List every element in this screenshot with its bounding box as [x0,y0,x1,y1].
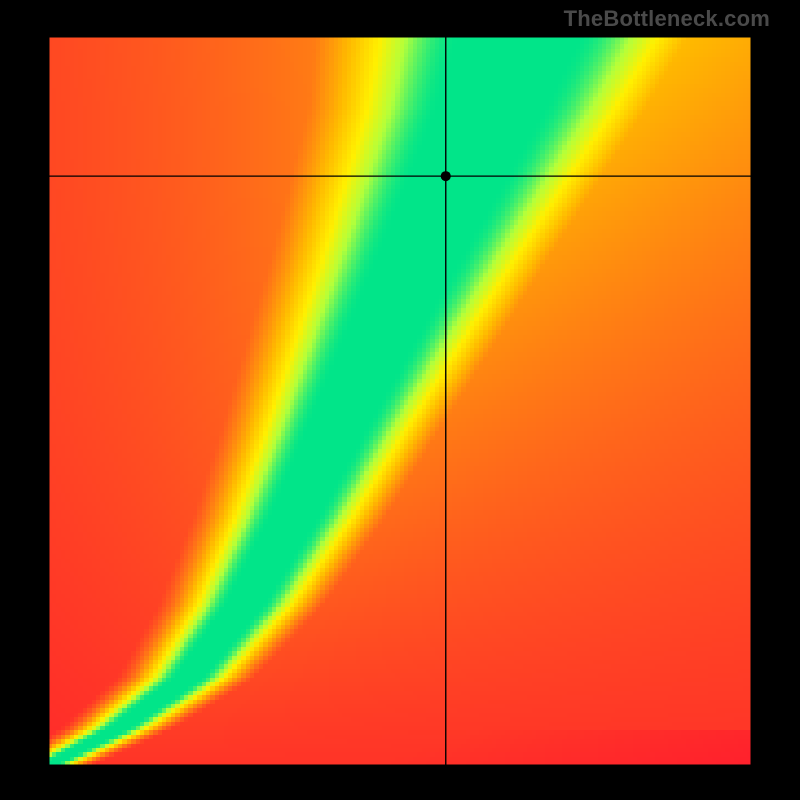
chart-container: TheBottleneck.com [0,0,800,800]
heatmap-canvas [48,36,752,766]
watermark-text: TheBottleneck.com [564,6,770,32]
heatmap-plot [48,36,752,766]
